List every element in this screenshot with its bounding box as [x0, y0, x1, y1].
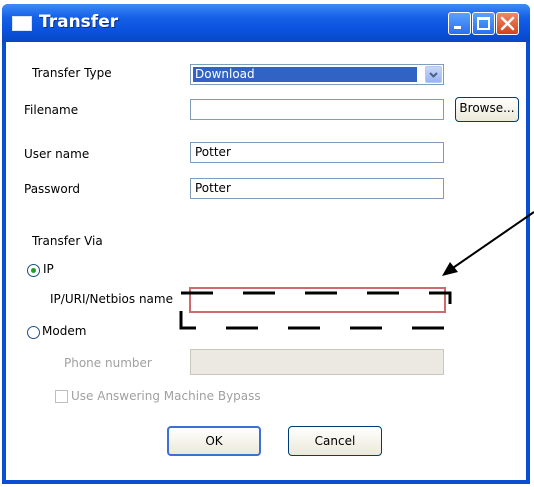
password-label: Password [24, 182, 81, 196]
title-bar[interactable]: Transfer [2, 4, 530, 42]
ip-field-label: IP/URI/Netbios name [50, 292, 173, 306]
cancel-button[interactable]: Cancel [288, 426, 382, 456]
minimize-icon [454, 26, 461, 29]
transfer-via-label: Transfer Via [32, 234, 103, 248]
phone-number-label: Phone number [64, 356, 152, 370]
maximize-icon [477, 17, 490, 30]
ip-address-field[interactable] [189, 287, 446, 313]
dialog-body: Transfer Type Download Filename Browse..… [6, 42, 526, 480]
bypass-label: Use Answering Machine Bypass [71, 389, 261, 403]
modem-radio[interactable] [27, 326, 40, 339]
dropdown-arrow-icon [429, 72, 438, 78]
ok-button[interactable]: OK [167, 426, 261, 456]
bypass-checkbox [55, 390, 68, 403]
phone-number-field [190, 349, 444, 375]
radio-selected-dot [31, 268, 36, 273]
close-icon [500, 16, 515, 31]
filename-label: Filename [24, 103, 79, 117]
window-icon [12, 16, 32, 31]
close-button[interactable] [496, 12, 519, 35]
ip-radio[interactable] [27, 264, 40, 277]
username-field[interactable]: Potter [190, 142, 444, 163]
modem-radio-label[interactable]: Modem [42, 324, 86, 338]
transfer-window: Transfer Transfer Type Download Filename… [2, 4, 530, 484]
filename-field[interactable] [190, 99, 444, 120]
browse-button[interactable]: Browse... [455, 97, 519, 122]
transfer-type-value: Download [192, 66, 418, 83]
transfer-type-label: Transfer Type [32, 66, 112, 80]
window-title: Transfer [39, 12, 119, 32]
minimize-button[interactable] [448, 12, 471, 35]
password-field[interactable]: Potter [190, 178, 444, 199]
ip-radio-label[interactable]: IP [43, 262, 54, 276]
transfer-type-select[interactable]: Download [190, 64, 444, 85]
dropdown-arrow-button[interactable] [425, 66, 442, 83]
maximize-button[interactable] [472, 12, 495, 35]
username-label: User name [24, 147, 90, 161]
